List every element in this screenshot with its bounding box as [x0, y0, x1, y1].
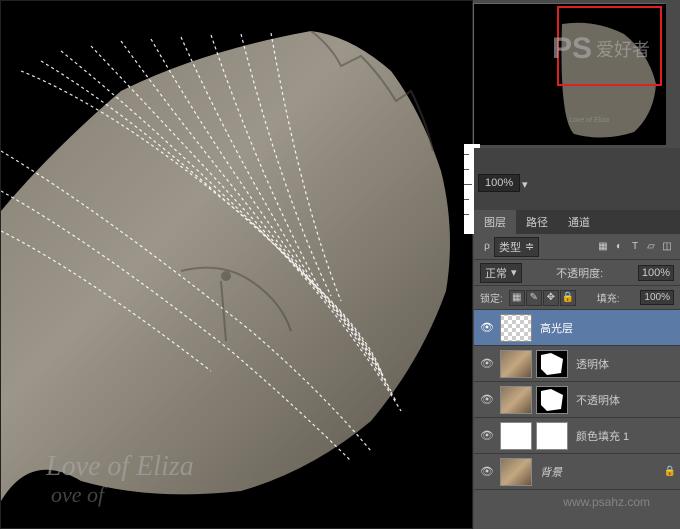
visibility-eye-icon[interactable]: 👁	[478, 393, 496, 406]
tab-layers[interactable]: 图层	[474, 210, 516, 234]
blend-opacity-row: 正常 ▾ 不透明度: 100%	[474, 260, 680, 286]
canvas-viewport[interactable]: Love of Eliza ove of	[0, 0, 473, 529]
filter-shape-icon[interactable]: ▱	[644, 240, 658, 254]
opacity-value[interactable]: 100%	[638, 265, 674, 281]
navigator-panel-footer: 100% ▾	[474, 148, 680, 210]
layer-name-label[interactable]: 颜色填充 1	[576, 428, 629, 444]
panel-tabs: 图层 路径 通道	[474, 210, 680, 234]
filter-kind-label: 类型	[499, 239, 521, 255]
lock-position-icon[interactable]: ✥	[543, 290, 559, 306]
layer-row[interactable]: 👁 透明体	[474, 346, 680, 382]
lock-fill-row: 锁定: ▦ ✎ ✥ 🔒 填充: 100%	[474, 286, 680, 310]
svg-text:Love of Eliza: Love of Eliza	[569, 117, 609, 124]
dropdown-icon: ▾	[511, 266, 517, 279]
layer-row[interactable]: 👁 不透明体	[474, 382, 680, 418]
image-watermark-main: Love of Eliza	[46, 451, 194, 483]
layer-thumbnail[interactable]	[500, 350, 532, 378]
layer-thumbnail[interactable]	[500, 386, 532, 414]
lock-transparent-icon[interactable]: ▦	[509, 290, 525, 306]
filter-type-icon[interactable]: T	[628, 240, 642, 254]
filter-kind-icon[interactable]: ρ	[480, 240, 494, 254]
fill-label: 填充:	[597, 290, 620, 305]
layer-name-label[interactable]: 透明体	[576, 356, 609, 372]
zoom-dropdown-icon[interactable]: ▾	[522, 178, 528, 191]
layer-name-label[interactable]: 背景	[540, 464, 566, 480]
visibility-eye-icon[interactable]: 👁	[478, 357, 496, 370]
filter-pixel-icon[interactable]: ▦	[596, 240, 610, 254]
navigator-view-box[interactable]	[557, 6, 662, 86]
layer-mask-thumbnail[interactable]	[536, 386, 568, 414]
layers-panel: ρ 类型 ≑ ▦ ◐ T ▱ ◫ 正常 ▾ 不透明度: 100% 锁定: ▦ ✎…	[474, 234, 680, 529]
layer-name-label[interactable]: 不透明体	[576, 392, 620, 408]
layer-thumbnail[interactable]	[500, 458, 532, 486]
fill-value[interactable]: 100%	[640, 290, 674, 305]
layer-mask-thumbnail[interactable]	[536, 350, 568, 378]
layer-filter-row: ρ 类型 ≑ ▦ ◐ T ▱ ◫	[474, 234, 680, 260]
tab-channels[interactable]: 通道	[558, 210, 600, 234]
lock-all-icon[interactable]: 🔒	[560, 290, 576, 306]
visibility-eye-icon[interactable]: 👁	[478, 321, 496, 334]
layer-row[interactable]: 👁 高光层	[474, 310, 680, 346]
lock-icon: 🔒	[664, 466, 676, 477]
lock-label: 锁定:	[480, 290, 503, 305]
veil-image	[1, 31, 471, 501]
filter-smart-icon[interactable]: ◫	[660, 240, 674, 254]
filter-adjust-icon[interactable]: ◐	[612, 240, 626, 254]
navigator-thumbnail[interactable]: Love of Eliza	[473, 3, 665, 144]
filter-kind-select[interactable]: 类型 ≑	[494, 237, 539, 257]
blend-mode-select[interactable]: 正常 ▾	[480, 263, 522, 283]
layer-row[interactable]: 👁 颜色填充 1	[474, 418, 680, 454]
layer-name-label[interactable]: 高光层	[540, 320, 573, 336]
blend-mode-label: 正常	[485, 265, 507, 281]
tab-paths[interactable]: 路径	[516, 210, 558, 234]
layer-mask-thumbnail[interactable]	[536, 422, 568, 450]
layer-row[interactable]: 👁 背景 🔒	[474, 454, 680, 490]
layers-list: 👁 高光层 👁 透明体 👁 不透明体 👁 颜色填充 1 👁 背景 🔒	[474, 310, 680, 490]
lock-pixels-icon[interactable]: ✎	[526, 290, 542, 306]
layer-thumbnail[interactable]	[500, 314, 532, 342]
zoom-value[interactable]: 100%	[478, 174, 520, 192]
visibility-eye-icon[interactable]: 👁	[478, 465, 496, 478]
opacity-label: 不透明度:	[556, 265, 603, 281]
layer-thumbnail[interactable]	[500, 422, 532, 450]
image-watermark-sub: ove of	[51, 482, 104, 508]
visibility-eye-icon[interactable]: 👁	[478, 429, 496, 442]
dropdown-icon: ≑	[525, 240, 534, 253]
